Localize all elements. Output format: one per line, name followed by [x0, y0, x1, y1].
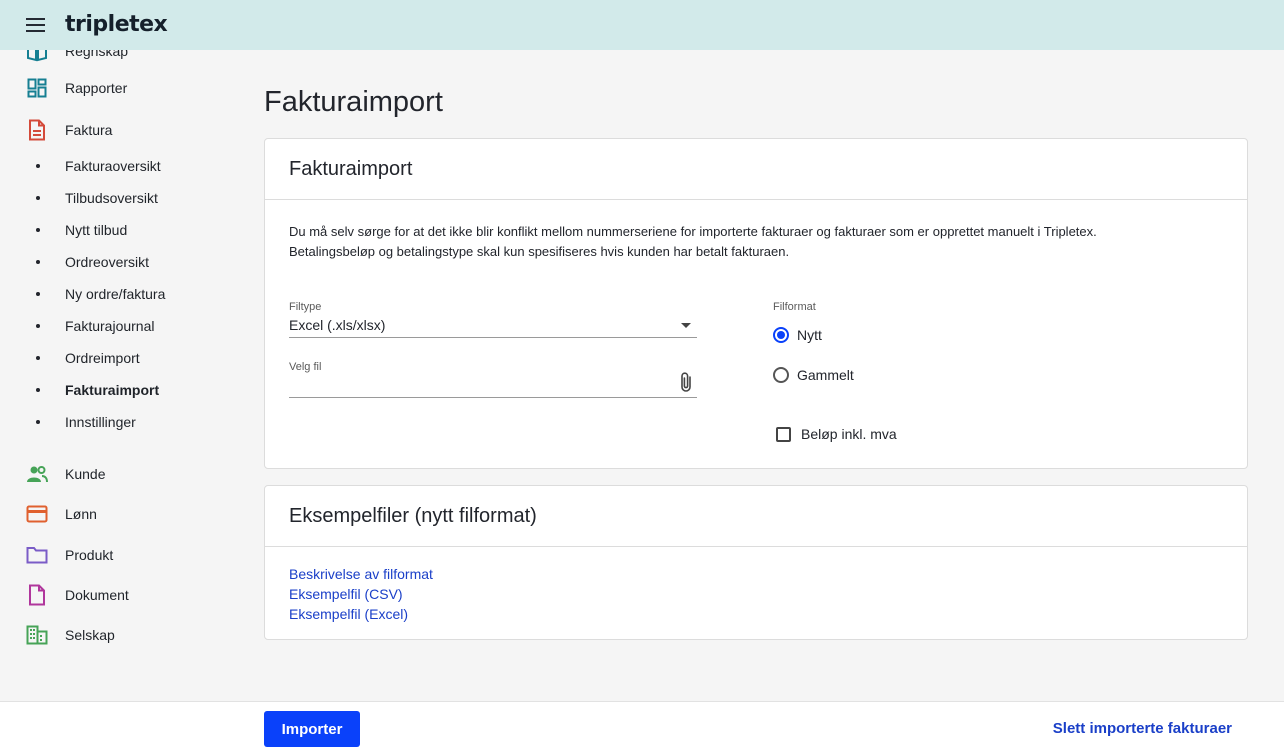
- sidebar-subitem-fakturaimport[interactable]: Fakturaimport: [0, 376, 240, 404]
- dashboard-icon: [26, 77, 48, 99]
- file-icon: [26, 584, 48, 606]
- description-line: Du må selv sørge for at det ikke blir ko…: [289, 224, 1097, 239]
- bullet-icon: [36, 388, 40, 392]
- sidebar-item-label: Kunde: [65, 466, 106, 482]
- file-input[interactable]: Velg fil: [289, 361, 697, 398]
- book-icon: [26, 50, 48, 62]
- bullet-icon: [36, 260, 40, 264]
- radio-nytt[interactable]: Nytt: [773, 323, 822, 347]
- sidebar-subitem-fakturaoversikt[interactable]: Fakturaoversikt: [0, 152, 240, 180]
- bullet-icon: [36, 196, 40, 200]
- radio-gammelt[interactable]: Gammelt: [773, 363, 854, 387]
- sidebar-item-regnskap[interactable]: Regnskap: [0, 50, 240, 67]
- import-button[interactable]: Importer: [264, 711, 360, 747]
- file-label: Velg fil: [289, 361, 322, 373]
- sidebar-subitem-label: Ordreimport: [65, 350, 140, 366]
- sidebar-subitem-label: Ny ordre/faktura: [65, 286, 166, 302]
- logo[interactable]: tripletex: [65, 12, 168, 37]
- sidebar-subitem-label: Ordreoversikt: [65, 254, 150, 270]
- example-links: Beskrivelse av filformat Eksempelfil (CS…: [289, 564, 433, 624]
- radio-label: Gammelt: [797, 367, 854, 383]
- bullet-icon: [36, 356, 40, 360]
- sidebar-item-lonn[interactable]: Lønn: [0, 498, 240, 530]
- sidebar-item-dokument[interactable]: Dokument: [0, 579, 240, 611]
- card-title: Eksempelfiler (nytt filformat): [265, 486, 1247, 547]
- link-example-excel[interactable]: Eksempelfil (Excel): [289, 604, 433, 624]
- radio-unchecked-icon[interactable]: [773, 367, 789, 383]
- sidebar-subitem-tilbudsoversikt[interactable]: Tilbudsoversikt: [0, 184, 240, 212]
- bullet-icon: [36, 292, 40, 296]
- sidebar-item-selskap[interactable]: Selskap: [0, 619, 240, 651]
- sidebar-item-label: Faktura: [65, 122, 113, 138]
- sidebar-item-label: Produkt: [65, 547, 114, 563]
- sidebar-subitem-label: Tilbudsoversikt: [65, 190, 158, 206]
- sidebar-item-label: Selskap: [65, 627, 115, 643]
- sidebar: Regnskap Rapporter Faktura Fakturaoversi…: [0, 50, 240, 700]
- sidebar-subitem-label: Fakturajournal: [65, 318, 155, 334]
- sidebar-subitem-ordreimport[interactable]: Ordreimport: [0, 344, 240, 372]
- menu-icon[interactable]: [26, 18, 45, 32]
- card-title: Fakturaimport: [265, 139, 1247, 200]
- sidebar-item-produkt[interactable]: Produkt: [0, 539, 240, 571]
- sidebar-item-label: Rapporter: [65, 80, 128, 96]
- checkbox-label: Beløp inkl. mva: [801, 426, 897, 442]
- caret-down-icon: [681, 323, 691, 328]
- sidebar-subitem-ordreoversikt[interactable]: Ordreoversikt: [0, 248, 240, 276]
- sidebar-item-faktura[interactable]: Faktura: [0, 114, 240, 146]
- building-icon: [26, 624, 48, 646]
- top-bar: tripletex: [0, 0, 1284, 50]
- radio-label: Nytt: [797, 327, 822, 343]
- folder-icon: [26, 544, 48, 566]
- link-format-description[interactable]: Beskrivelse av filformat: [289, 564, 433, 584]
- sidebar-subitem-innstillinger[interactable]: Innstillinger: [0, 408, 240, 436]
- description-text: Du må selv sørge for at det ikke blir ko…: [289, 222, 1189, 262]
- document-icon: [26, 119, 48, 141]
- bullet-icon: [36, 420, 40, 424]
- delete-imported-button[interactable]: Slett importerte fakturaer: [1053, 720, 1232, 737]
- description-line: Betalingsbeløp og betalingstype skal kun…: [289, 244, 790, 259]
- sidebar-subitem-nytt-tilbud[interactable]: Nytt tilbud: [0, 216, 240, 244]
- filetype-select[interactable]: Filtype Excel (.xls/xlsx): [289, 301, 697, 338]
- link-example-csv[interactable]: Eksempelfil (CSV): [289, 584, 433, 604]
- example-files-card: Eksempelfiler (nytt filformat) Beskrivel…: [264, 485, 1248, 640]
- sidebar-item-label: Dokument: [65, 587, 129, 603]
- people-icon: [26, 463, 48, 485]
- card-icon: [26, 503, 48, 525]
- footer-bar: Importer Slett importerte fakturaer: [0, 701, 1284, 754]
- checkbox-icon[interactable]: [776, 426, 791, 442]
- paperclip-icon[interactable]: [679, 371, 693, 398]
- sidebar-item-label: Regnskap: [65, 50, 129, 59]
- sidebar-subitem-label: Innstillinger: [65, 414, 136, 430]
- bullet-icon: [36, 164, 40, 168]
- sidebar-item-kunde[interactable]: Kunde: [0, 458, 240, 490]
- sidebar-subitem-label: Fakturaimport: [65, 382, 160, 398]
- vat-checkbox-row[interactable]: Beløp inkl. mva: [776, 422, 897, 446]
- page-title: Fakturaimport: [264, 86, 443, 118]
- sidebar-subitem-ny-ordre-faktura[interactable]: Ny ordre/faktura: [0, 280, 240, 308]
- sidebar-subitem-label: Fakturaoversikt: [65, 158, 161, 174]
- sidebar-item-label: Lønn: [65, 506, 97, 522]
- sidebar-item-rapporter[interactable]: Rapporter: [0, 72, 240, 104]
- sidebar-subitem-fakturajournal[interactable]: Fakturajournal: [0, 312, 240, 340]
- filetype-value: Excel (.xls/xlsx): [289, 317, 386, 333]
- filetype-label: Filtype: [289, 301, 322, 313]
- bullet-icon: [36, 228, 40, 232]
- fileformat-label: Filformat: [773, 301, 816, 313]
- sidebar-subitem-label: Nytt tilbud: [65, 222, 128, 238]
- bullet-icon: [36, 324, 40, 328]
- import-card: Fakturaimport Du må selv sørge for at de…: [264, 138, 1248, 469]
- radio-checked-icon[interactable]: [773, 327, 789, 343]
